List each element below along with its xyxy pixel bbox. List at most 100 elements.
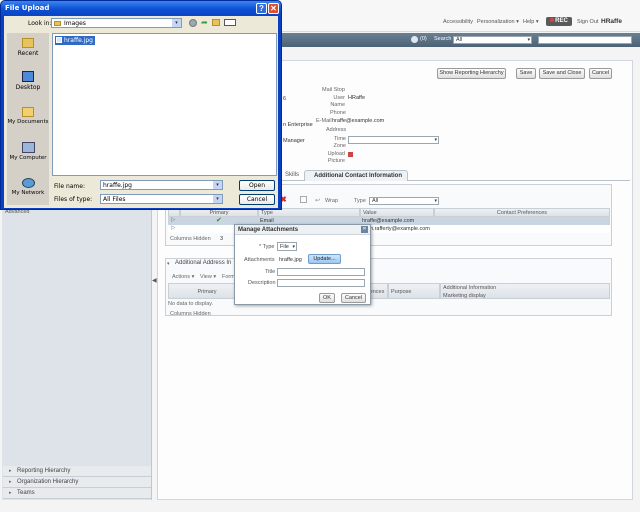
left-item-teams[interactable]: ▸ Teams xyxy=(3,488,151,499)
address-col-marketing-label: Marketing display xyxy=(443,293,486,299)
format-menu[interactable]: Form xyxy=(222,274,235,280)
show-reporting-hierarchy-button[interactable]: Show Reporting Hierarchy xyxy=(437,68,506,79)
file-name: hraffe.jpg xyxy=(64,37,93,44)
mail-stop-label: Mail Stop xyxy=(322,87,345,93)
save-button[interactable]: Save xyxy=(516,68,536,79)
search-input[interactable] xyxy=(538,36,632,44)
list-item[interactable]: hraffe.jpg xyxy=(55,36,95,45)
address-col-purpose[interactable]: Purpose xyxy=(388,283,440,299)
place-label: My Documents xyxy=(7,119,49,125)
type-filter-select[interactable]: All ▾ xyxy=(369,197,439,205)
network-icon xyxy=(21,178,35,188)
help-button[interactable]: ? xyxy=(256,3,267,14)
image-file-icon xyxy=(56,37,62,43)
place-my-computer[interactable]: My Computer xyxy=(7,142,49,170)
address-col-additional-info-label: Additional Information xyxy=(443,285,497,291)
chevron-down-icon: ▾ xyxy=(434,137,437,143)
attachment-ok-button[interactable]: OK xyxy=(319,293,335,303)
left-item-reporting-hierarchy[interactable]: ▸ Reporting Hierarchy xyxy=(3,466,151,477)
attachment-title-label: Title xyxy=(265,269,276,275)
chevron-down-icon: ▾ xyxy=(172,19,181,27)
attachment-file-name[interactable]: hraffe.jpg xyxy=(279,257,302,263)
brand-logo: REC xyxy=(546,17,572,26)
notifications-count: (0) xyxy=(420,36,427,42)
place-label: My Network xyxy=(11,190,45,196)
computer-icon xyxy=(21,142,35,153)
file-name-value: hraffe.jpg xyxy=(103,182,132,189)
folder-icon xyxy=(54,21,61,26)
col-header-contact-preferences[interactable]: Contact Preferences xyxy=(434,208,610,217)
edit-icon[interactable] xyxy=(300,196,307,203)
place-label: Recent xyxy=(17,50,39,57)
new-folder-icon[interactable] xyxy=(212,19,220,26)
left-item-organization-hierarchy[interactable]: ▸ Organization Hierarchy xyxy=(3,477,151,488)
attachment-title-input[interactable] xyxy=(277,268,365,276)
time-zone-select[interactable]: ▾ xyxy=(348,136,439,144)
update-attachment-button[interactable]: Update... xyxy=(308,254,341,264)
back-icon[interactable] xyxy=(189,19,197,27)
email-label: E-Mail xyxy=(316,118,332,124)
file-type-select[interactable]: All Files ▾ xyxy=(100,194,223,204)
view-menu-icon[interactable] xyxy=(224,19,236,26)
places-bar: Recent Desktop My Documents My Computer … xyxy=(7,33,49,205)
wrap-label[interactable]: Wrap xyxy=(325,198,338,204)
attachment-type-select[interactable]: File ▾ xyxy=(277,242,297,251)
header-link-accessibility[interactable]: Accessibility xyxy=(443,19,473,25)
header-link-help[interactable]: Help ▾ xyxy=(523,19,539,25)
recent-icon xyxy=(22,38,34,48)
chevron-down-icon: ▾ xyxy=(213,195,222,203)
address-col-additional-info[interactable]: Additional Information Marketing display xyxy=(440,283,610,299)
email-value: hraffe@example.com xyxy=(332,118,385,124)
attachment-description-input[interactable] xyxy=(277,279,365,287)
desktop-icon xyxy=(22,71,34,82)
place-recent[interactable]: Recent xyxy=(7,38,49,66)
sign-out-link[interactable]: Sign Out xyxy=(577,19,598,25)
left-panel-collapse-handle[interactable]: ◀ xyxy=(152,277,157,284)
wrap-icon[interactable]: ↩ xyxy=(315,197,320,204)
tab-skills[interactable]: Skills xyxy=(285,172,299,178)
file-cancel-button[interactable]: Cancel xyxy=(239,194,275,205)
open-button[interactable]: Open xyxy=(239,180,275,191)
file-type-label: Files of type: xyxy=(54,196,93,203)
header-link-personalization[interactable]: Personalization ▾ xyxy=(477,19,519,25)
search-scope-select[interactable]: All ▾ xyxy=(453,36,532,44)
chevron-right-icon: ▸ xyxy=(9,479,12,485)
tab-additional-contact[interactable]: Additional Contact Information xyxy=(304,170,408,181)
notifications-icon[interactable] xyxy=(411,36,418,43)
row-selector-icon: ▷ xyxy=(171,217,176,223)
view-menu[interactable]: View ▾ xyxy=(200,274,216,280)
attachment-cancel-button[interactable]: Cancel xyxy=(341,293,366,303)
left-item-label: Teams xyxy=(17,490,35,496)
place-my-documents[interactable]: My Documents xyxy=(7,107,49,135)
collapse-icon[interactable]: ▾ xyxy=(167,261,170,267)
col-header-value[interactable]: Value xyxy=(360,208,434,217)
row-selector-icon: ▷ xyxy=(171,225,176,231)
chevron-right-icon: ▸ xyxy=(9,490,12,496)
no-data-text: No data to display. xyxy=(168,301,214,307)
cancel-button[interactable]: Cancel xyxy=(589,68,612,79)
file-list[interactable]: hraffe.jpg xyxy=(52,33,277,176)
type-filter-label: Type xyxy=(354,198,366,204)
attachment-type-label: * Type xyxy=(259,244,275,250)
up-folder-icon[interactable]: ➦ xyxy=(201,18,208,27)
type-filter-value: All xyxy=(372,198,379,204)
close-icon[interactable]: ✕ xyxy=(361,226,368,233)
upload-picture-icon[interactable] xyxy=(348,152,353,157)
close-window-button[interactable]: ✕ xyxy=(268,3,279,14)
file-name-input[interactable]: hraffe.jpg ▾ xyxy=(100,180,223,190)
left-item-label: Reporting Hierarchy xyxy=(17,468,71,474)
place-my-network[interactable]: My Network xyxy=(7,178,49,206)
user-name-value: HRaffe xyxy=(348,95,366,101)
chevron-down-icon: ▾ xyxy=(527,37,530,43)
place-desktop[interactable]: Desktop xyxy=(7,71,49,99)
look-in-select[interactable]: Images ▾ xyxy=(51,18,182,28)
tab-label: Additional Contact Information xyxy=(314,173,402,179)
chevron-down-icon: ▾ xyxy=(292,244,295,250)
actions-menu[interactable]: Actions ▾ xyxy=(172,274,194,280)
look-in-label: Look in: xyxy=(28,20,52,27)
save-and-close-button[interactable]: Save and Close xyxy=(539,68,585,79)
upload-picture-label: Upload Picture xyxy=(327,151,345,164)
user-name-label: User Name xyxy=(330,95,345,108)
manage-attachments-dialog: Manage Attachments ✕ * Type File ▾ Attac… xyxy=(234,224,371,305)
place-label: Desktop xyxy=(15,84,41,91)
